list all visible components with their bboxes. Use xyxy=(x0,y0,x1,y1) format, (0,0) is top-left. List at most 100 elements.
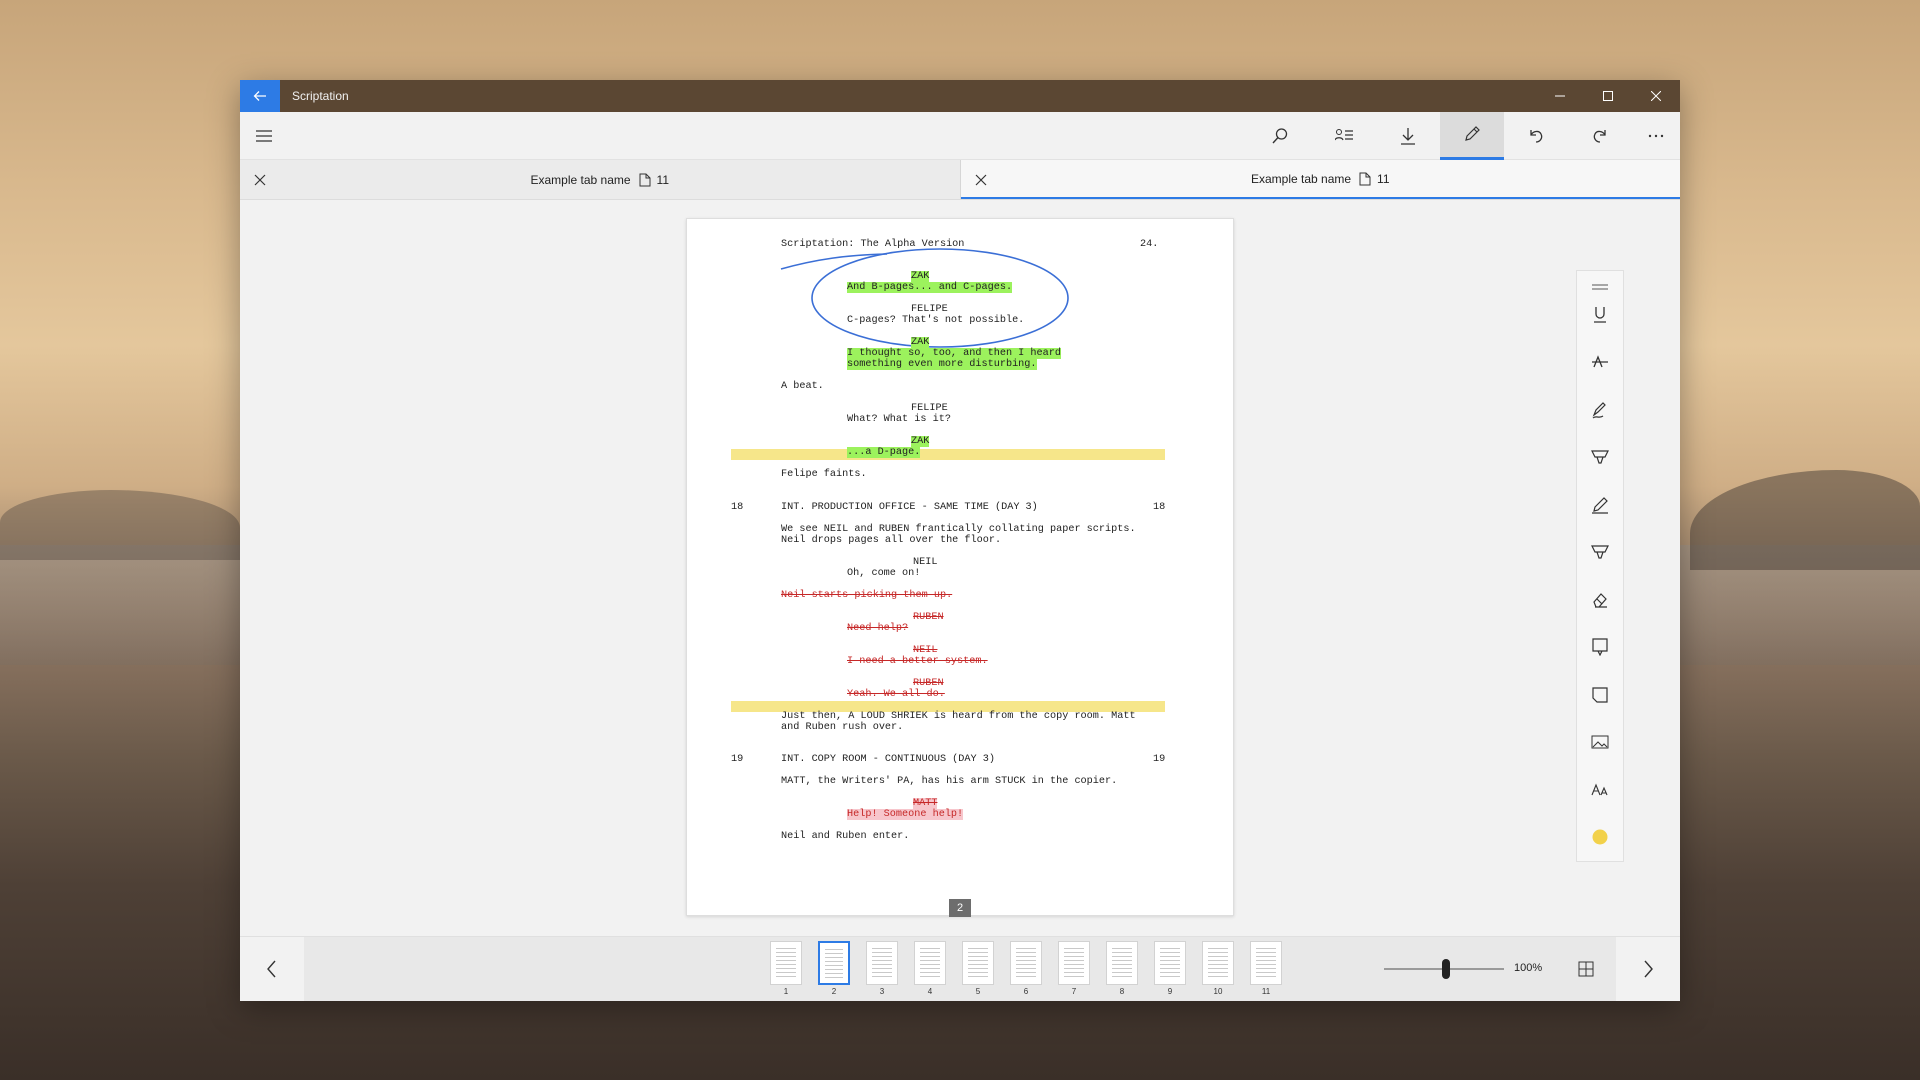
tab-right[interactable]: Example tab name 11 xyxy=(960,160,1680,199)
close-icon xyxy=(1651,91,1661,101)
page-thumbnail[interactable]: 9 xyxy=(1146,941,1194,996)
tab-left[interactable]: Example tab name 11 xyxy=(240,160,961,199)
page-thumbnail[interactable]: 10 xyxy=(1194,941,1242,996)
close-tab-button[interactable] xyxy=(973,172,989,188)
thumbnail-preview xyxy=(1250,941,1282,985)
more-button[interactable] xyxy=(1632,112,1680,160)
maximize-icon xyxy=(1603,91,1613,101)
dialogue-line: Yeah. We all do. xyxy=(847,689,945,700)
maximize-button[interactable] xyxy=(1584,80,1632,112)
redo-button[interactable] xyxy=(1568,112,1632,160)
chevron-left-icon xyxy=(267,960,276,978)
note-tool[interactable] xyxy=(1576,624,1624,672)
download-icon xyxy=(1401,127,1415,145)
character-name: NEIL xyxy=(913,557,938,568)
previous-page-button[interactable] xyxy=(240,937,304,1001)
text-icon xyxy=(1591,783,1608,795)
next-page-button[interactable] xyxy=(1616,937,1680,1001)
action-line: We see NEIL and RUBEN frantically collat… xyxy=(781,524,1136,535)
image-icon xyxy=(1591,735,1609,749)
image-tool[interactable] xyxy=(1576,719,1624,767)
grip-icon xyxy=(1592,284,1608,290)
page-thumbnail[interactable]: 4 xyxy=(906,941,954,996)
background-hill xyxy=(0,490,240,560)
thumbnail-preview xyxy=(1106,941,1138,985)
scene-number: 19 xyxy=(1153,754,1166,765)
zoom-slider[interactable] xyxy=(1384,955,1514,983)
undo-button[interactable] xyxy=(1504,112,1568,160)
eraser-icon xyxy=(1593,592,1607,608)
page-thumbnail[interactable]: 2 xyxy=(810,941,858,996)
close-window-button[interactable] xyxy=(1632,80,1680,112)
page-thumbnail[interactable]: 6 xyxy=(1002,941,1050,996)
drag-handle[interactable] xyxy=(1592,277,1608,291)
text-tool[interactable] xyxy=(1576,766,1624,814)
underline-icon xyxy=(1594,306,1606,323)
grid-view-button[interactable] xyxy=(1574,957,1598,981)
close-tab-button[interactable] xyxy=(252,172,268,188)
action-line: and Ruben rush over. xyxy=(781,722,904,733)
app-title: Scriptation xyxy=(292,89,349,103)
background-hill xyxy=(1690,470,1920,570)
page-thumbnail[interactable]: 5 xyxy=(954,941,1002,996)
page-thumbnail[interactable]: 8 xyxy=(1098,941,1146,996)
document-icon xyxy=(1359,172,1371,185)
page-thumbnail[interactable]: 3 xyxy=(858,941,906,996)
strikethrough-tool[interactable] xyxy=(1576,339,1624,387)
thumbnail-number: 9 xyxy=(1167,987,1173,996)
search-button[interactable] xyxy=(1248,112,1312,160)
underline-tool[interactable] xyxy=(1576,291,1624,339)
comment-tool[interactable] xyxy=(1576,671,1624,719)
thumbnail-number: 1 xyxy=(783,987,789,996)
close-icon xyxy=(254,174,266,186)
signature-icon xyxy=(1592,401,1606,419)
thumbnail-number: 10 xyxy=(1213,987,1223,996)
thumbnail-preview xyxy=(818,941,850,985)
download-button[interactable] xyxy=(1376,112,1440,160)
tab-count: 11 xyxy=(656,172,670,187)
minimize-icon xyxy=(1555,95,1565,97)
marker-icon xyxy=(1591,545,1609,559)
thumbnail-number: 5 xyxy=(975,987,981,996)
thumbnail-list: 1 2 3 4 5 6 7 8 9 10 11 xyxy=(762,941,1290,996)
minimize-button[interactable] xyxy=(1536,80,1584,112)
eraser-tool[interactable] xyxy=(1576,576,1624,624)
annotate-button[interactable] xyxy=(1440,111,1504,160)
bottom-bar: 1 2 3 4 5 6 7 8 9 10 11 100% xyxy=(240,936,1680,1001)
scene-heading: INT. PRODUCTION OFFICE - SAME TIME (DAY … xyxy=(781,502,1038,513)
marker-tool[interactable] xyxy=(1576,529,1624,577)
back-arrow-icon xyxy=(253,91,266,101)
highlighter-tool[interactable] xyxy=(1576,434,1624,482)
script-page[interactable]: Scriptation: The Alpha Version 24. ZAK A… xyxy=(686,218,1234,917)
pencil-tool[interactable] xyxy=(1576,481,1624,529)
character-name: RUBEN xyxy=(913,678,944,689)
character-name: NEIL xyxy=(913,645,938,656)
page-thumbnail[interactable]: 7 xyxy=(1050,941,1098,996)
outline-button[interactable] xyxy=(1312,112,1376,160)
main-toolbar xyxy=(240,111,1680,160)
redo-icon xyxy=(1593,129,1606,143)
page-indicator: 2 xyxy=(949,899,971,917)
toolbar-actions xyxy=(1248,111,1680,160)
menu-button[interactable] xyxy=(240,112,288,160)
scene-number: 19 xyxy=(731,754,744,765)
tab-label: Example tab name xyxy=(1250,171,1352,186)
color-picker[interactable] xyxy=(1576,814,1624,862)
zoom-handle[interactable] xyxy=(1442,959,1450,979)
window-controls xyxy=(1536,80,1680,112)
search-icon xyxy=(1272,127,1288,143)
signature-tool[interactable] xyxy=(1576,386,1624,434)
page-thumbnail[interactable]: 11 xyxy=(1242,941,1290,996)
strikethrough-icon xyxy=(1592,355,1608,368)
document-view[interactable]: Scriptation: The Alpha Version 24. ZAK A… xyxy=(240,200,1680,936)
page-thumbnail[interactable]: 1 xyxy=(762,941,810,996)
undo-icon xyxy=(1530,129,1543,143)
scene-heading: INT. COPY ROOM - CONTINUOUS (DAY 3) xyxy=(781,754,995,765)
title-bar: Scriptation xyxy=(240,80,1680,112)
tab-label: Example tab name xyxy=(530,172,631,187)
thumbnail-number: 7 xyxy=(1071,987,1077,996)
action-line: Just then, A LOUD SHRIEK is heard from t… xyxy=(781,711,1136,722)
document-icon xyxy=(639,173,651,186)
back-button[interactable] xyxy=(240,80,280,112)
hamburger-icon xyxy=(256,129,272,142)
